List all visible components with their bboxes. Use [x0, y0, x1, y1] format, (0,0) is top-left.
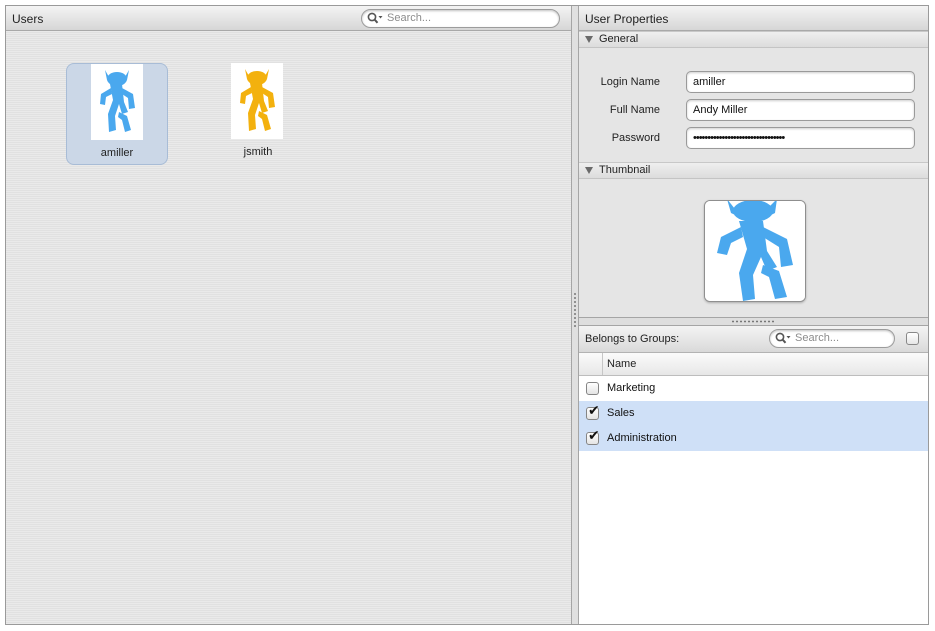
users-title: Users	[12, 12, 44, 26]
checkmark-icon: ✔	[588, 403, 600, 419]
disclosure-triangle-icon	[585, 36, 593, 43]
checkmark-icon: ✔	[588, 428, 600, 444]
users-header: Users Search...	[6, 6, 571, 31]
group-row-sales[interactable]: ✔ Sales	[579, 401, 928, 426]
thumbnail-section-label: Thumbnail	[599, 164, 651, 176]
password-field[interactable]: ••••••••••••••••••••••••••••••••	[686, 127, 915, 149]
group-name: Sales	[607, 407, 635, 419]
checkbox-column-header[interactable]	[579, 353, 603, 375]
dancing-figure-icon	[240, 69, 275, 131]
full-name-row: Full Name Andy Miller	[579, 99, 928, 122]
search-icon	[775, 332, 791, 344]
splitter-grip	[731, 320, 775, 323]
groups-title: Belongs to Groups:	[585, 333, 680, 345]
select-all-checkbox[interactable]	[906, 332, 919, 345]
splitter-grip	[574, 292, 576, 328]
properties-pane: User Properties General Login Name amill…	[579, 6, 928, 624]
group-checkbox[interactable]: ✔	[586, 428, 600, 445]
user-avatar	[91, 64, 143, 140]
user-name-label: jsmith	[243, 146, 273, 158]
users-pane: Users Search... amiller jsmith	[6, 6, 571, 624]
user-avatar	[231, 63, 283, 139]
dancing-figure-icon	[705, 201, 805, 301]
groups-search-input[interactable]: Search...	[769, 329, 895, 348]
group-checkbox[interactable]: ✔	[586, 403, 600, 420]
group-row-marketing[interactable]: Marketing	[579, 376, 928, 401]
group-row-administration[interactable]: ✔ Administration	[579, 426, 928, 451]
groups-search-placeholder: Search...	[795, 332, 840, 344]
name-column-header[interactable]: Name	[607, 358, 636, 370]
horizontal-splitter[interactable]	[579, 317, 928, 326]
login-name-field[interactable]: amiller	[686, 71, 915, 93]
user-tile-amiller[interactable]: amiller	[66, 63, 168, 165]
properties-title: User Properties	[585, 12, 669, 26]
full-name-field[interactable]: Andy Miller	[686, 99, 915, 121]
search-icon	[367, 12, 383, 24]
user-tile-jsmith[interactable]: jsmith	[207, 63, 309, 165]
general-section-header[interactable]: General	[579, 31, 928, 48]
groups-header: Belongs to Groups: Search...	[579, 326, 928, 353]
main-window: Users Search... amiller jsmith User Prop…	[5, 5, 929, 625]
user-name-label: amiller	[100, 147, 134, 159]
password-label: Password	[611, 132, 660, 144]
disclosure-triangle-icon	[585, 167, 593, 174]
group-checkbox[interactable]	[586, 382, 599, 395]
groups-column-header: Name	[579, 353, 928, 376]
group-name: Marketing	[607, 382, 656, 394]
full-name-label: Full Name	[609, 104, 660, 116]
users-search-input[interactable]: Search...	[361, 9, 560, 28]
login-name-row: Login Name amiller	[579, 71, 928, 94]
groups-table: Name Marketing ✔ Sales ✔ Administration	[579, 353, 928, 624]
thumbnail-section-header[interactable]: Thumbnail	[579, 162, 928, 179]
vertical-splitter[interactable]	[571, 6, 579, 624]
password-row: Password •••••••••••••••••••••••••••••••…	[579, 127, 928, 150]
general-section-label: General	[599, 33, 639, 45]
group-name: Administration	[607, 432, 677, 444]
dancing-figure-icon	[100, 70, 135, 132]
thumbnail-image-well[interactable]	[704, 200, 806, 302]
users-search-placeholder: Search...	[387, 12, 432, 24]
login-name-label: Login Name	[600, 76, 660, 88]
properties-header: User Properties	[579, 6, 928, 31]
